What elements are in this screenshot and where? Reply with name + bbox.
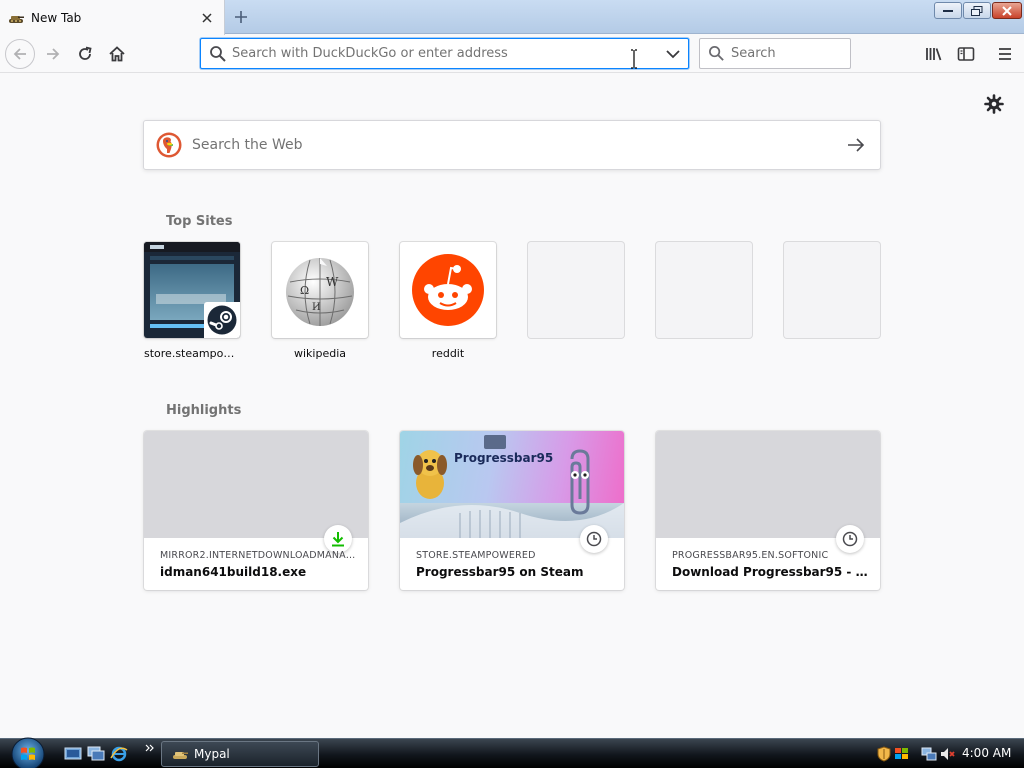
library-button[interactable] xyxy=(918,38,950,70)
top-site-tile[interactable] xyxy=(144,242,240,338)
sidebar-icon xyxy=(957,47,975,61)
arrow-right-icon[interactable] xyxy=(846,135,866,155)
top-site-placeholder[interactable] xyxy=(656,242,752,338)
highlight-host: PROGRESSBAR95.EN.SOFTONIC xyxy=(672,550,829,561)
highlight-title: Progressbar95 on Steam xyxy=(416,565,584,579)
top-site-steam[interactable]: store.steampow... xyxy=(144,242,240,360)
back-button[interactable] xyxy=(5,39,35,69)
url-bar[interactable] xyxy=(200,38,689,69)
library-icon xyxy=(926,48,942,61)
clock-icon xyxy=(586,531,602,547)
top-site-label: wikipedia xyxy=(293,347,346,360)
internet-explorer-icon[interactable] xyxy=(110,746,128,762)
highlight-host: MIRROR2.INTERNETDOWNLOADMANAGE... xyxy=(160,550,356,561)
chevron-right-icon[interactable] xyxy=(145,743,155,753)
highlight-title: idman641build18.exe xyxy=(160,565,307,579)
wikipedia-globe-icon: Ω W И xyxy=(286,258,354,326)
network-icon[interactable] xyxy=(921,746,937,762)
restore-window-button[interactable] xyxy=(963,2,991,19)
top-site-label: store.steampow... xyxy=(144,347,240,360)
new-tab-plus-icon[interactable] xyxy=(228,4,254,30)
download-icon xyxy=(332,532,344,547)
top-site-placeholder[interactable] xyxy=(784,242,880,338)
back-arrow-icon xyxy=(13,48,26,60)
clock-icon xyxy=(842,531,858,547)
home-icon xyxy=(109,46,125,62)
gear-icon[interactable] xyxy=(984,94,1004,114)
highlight-badge xyxy=(324,525,352,553)
highlight-badge xyxy=(836,525,864,553)
search-input[interactable] xyxy=(731,46,841,61)
tab-strip: New Tab xyxy=(0,0,1024,35)
highlight-image: Progressbar95 xyxy=(400,431,624,538)
close-tab-icon[interactable] xyxy=(196,7,218,29)
url-input[interactable] xyxy=(232,46,642,61)
sidebar-toggle-button[interactable] xyxy=(950,38,982,70)
windows-start-orb-icon[interactable] xyxy=(8,735,48,768)
security-shield-icon[interactable] xyxy=(876,746,892,762)
reddit-alien-icon xyxy=(412,254,484,326)
minimize-window-button[interactable] xyxy=(934,2,962,19)
duckduckgo-logo-icon xyxy=(156,132,182,158)
hamburger-menu-icon xyxy=(999,48,1011,60)
forward-button[interactable] xyxy=(37,38,69,70)
highlight-card[interactable]: Progressbar95 STORE.STEAMPOWERED Progres… xyxy=(400,431,624,590)
show-desktop-icon[interactable] xyxy=(64,746,82,762)
web-search-input[interactable] xyxy=(192,137,812,153)
svg-text:W: W xyxy=(326,275,339,289)
search-bar[interactable] xyxy=(699,38,851,69)
top-site-placeholder[interactable] xyxy=(528,242,624,338)
tank-favicon-icon xyxy=(9,15,24,23)
top-site-reddit[interactable]: reddit xyxy=(400,242,496,360)
top-sites-heading: Top Sites xyxy=(166,214,233,229)
top-site-empty-tile[interactable] xyxy=(528,242,624,338)
search-icon xyxy=(210,45,226,62)
highlight-image xyxy=(144,431,368,538)
switch-windows-icon[interactable] xyxy=(87,746,105,762)
highlight-title: Download Progressbar95 - latest... xyxy=(672,565,868,579)
taskbar-clock[interactable]: 4:00 AM xyxy=(962,746,1011,760)
top-site-label: reddit xyxy=(431,347,465,360)
tank-favicon-icon xyxy=(173,752,188,759)
steam-icon xyxy=(207,305,237,335)
highlight-card[interactable]: PROGRESSBAR95.EN.SOFTONIC Download Progr… xyxy=(656,431,880,590)
highlight-image xyxy=(656,431,880,538)
taskbar-task-label: Mypal xyxy=(194,747,230,761)
tab-title: New Tab xyxy=(31,10,82,25)
forward-arrow-icon xyxy=(47,48,60,60)
svg-text:Ω: Ω xyxy=(300,284,309,297)
tab-new-tab[interactable]: New Tab xyxy=(0,0,225,35)
text-cursor-icon xyxy=(631,49,637,69)
top-site-tile[interactable] xyxy=(400,242,496,338)
highlight-host: STORE.STEAMPOWERED xyxy=(416,550,536,561)
menu-button[interactable] xyxy=(989,38,1021,70)
volume-muted-icon[interactable] xyxy=(940,746,956,762)
highlight-badge xyxy=(580,525,608,553)
web-search-box[interactable] xyxy=(143,120,881,170)
chevron-down-icon[interactable] xyxy=(664,45,682,63)
search-icon xyxy=(709,46,724,61)
top-site-empty-tile[interactable] xyxy=(784,242,880,338)
taskbar: Mypal 4:00 AM xyxy=(0,735,1024,768)
close-window-button[interactable] xyxy=(992,2,1022,19)
top-site-tile[interactable]: Ω W И xyxy=(272,242,368,338)
windows-flag-icon[interactable] xyxy=(894,746,910,762)
top-site-wikipedia[interactable]: Ω W И wikipedia xyxy=(272,242,368,360)
svg-text:И: И xyxy=(312,302,321,313)
navigation-toolbar xyxy=(0,35,1024,73)
home-button[interactable] xyxy=(101,38,133,70)
highlight-card[interactable]: MIRROR2.INTERNETDOWNLOADMANAGE... idman6… xyxy=(144,431,368,590)
top-site-empty-tile[interactable] xyxy=(656,242,752,338)
reload-icon xyxy=(79,46,92,60)
taskbar-mypal-button[interactable]: Mypal xyxy=(161,741,319,767)
highlights-heading: Highlights xyxy=(166,403,242,418)
reload-button[interactable] xyxy=(69,38,101,70)
highlight-image-text: Progressbar95 xyxy=(454,451,554,465)
